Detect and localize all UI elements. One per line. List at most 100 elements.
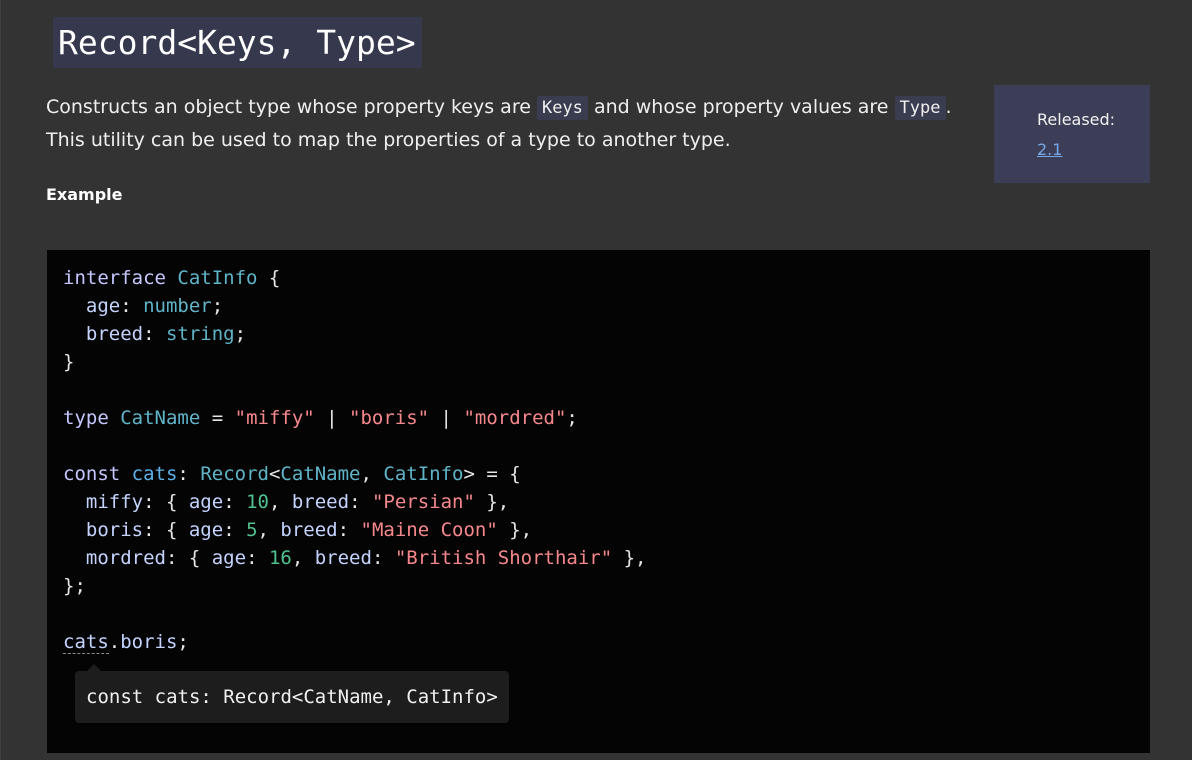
docs-page: Record<Keys, Type> Constructs an object … (0, 0, 1192, 760)
code-punctuation: : (223, 519, 247, 541)
code-type: CatName (120, 407, 201, 429)
code-line: const cats: Record<CatName, CatInfo> = { (63, 460, 1150, 488)
page-title: Record<Keys, Type> (53, 17, 422, 68)
code-string: "Maine Coon" (360, 519, 498, 541)
code-string: "British Shorthair" (394, 547, 613, 569)
code-punctuation: : (349, 491, 372, 513)
inline-code-type: Type (894, 96, 946, 120)
hoverable-identifier-cats[interactable]: cats (63, 631, 109, 654)
description-text: Constructs an object type whose property… (46, 96, 537, 118)
code-identifier: age (85, 295, 121, 317)
code-punctuation: | (314, 407, 350, 429)
description: Constructs an object type whose property… (46, 91, 966, 156)
code-punctuation: } (63, 351, 75, 373)
code-line: cats.boris; (63, 628, 1150, 656)
code-punctuation: . (108, 631, 121, 653)
code-punctuation: ; (566, 407, 578, 429)
code-punctuation (120, 463, 131, 485)
code-punctuation (63, 323, 86, 345)
code-identifier: age (188, 491, 224, 513)
code-line: mordred: { age: 16, breed: "British Shor… (63, 544, 1150, 572)
code-keyword: interface (63, 267, 166, 289)
code-number: 5 (246, 519, 258, 541)
code-identifier: breed (314, 547, 372, 569)
code-type: CatName (280, 463, 361, 485)
code-string: "mordred" (463, 407, 567, 429)
code-punctuation: : (246, 547, 269, 569)
example-heading: Example (46, 185, 123, 204)
code-line: miffy: { age: 10, breed: "Persian" }, (63, 488, 1150, 516)
code-punctuation: : (223, 491, 247, 513)
release-label: Released: (1037, 110, 1116, 129)
code-identifier: age (211, 547, 247, 569)
code-punctuation: : (371, 547, 395, 569)
code-line: } (63, 348, 1150, 376)
code-punctuation: ; (211, 295, 224, 317)
code-line: age: number; (63, 292, 1150, 320)
code-punctuation: : { (143, 491, 189, 513)
code-punctuation: < (268, 463, 281, 485)
code-punctuation: : (120, 295, 144, 317)
code-punctuation: ; (234, 323, 247, 345)
code-keyword: type (63, 407, 109, 429)
code-punctuation: }, (497, 519, 533, 541)
code-punctuation (63, 547, 86, 569)
code-lines: interface CatInfo { age: number; breed: … (63, 264, 1150, 656)
code-type: number (143, 295, 212, 317)
code-line: boris: { age: 5, breed: "Maine Coon" }, (63, 516, 1150, 544)
release-info-box: Released: 2.1 (994, 85, 1150, 183)
code-punctuation (63, 295, 86, 317)
code-punctuation: , (268, 491, 292, 513)
code-identifier: boris (120, 631, 178, 653)
code-identifier: age (188, 519, 224, 541)
code-punctuation: ; (177, 631, 189, 653)
inline-code-keys: Keys (536, 96, 588, 120)
code-variable: cats (131, 463, 178, 485)
code-punctuation: }, (474, 491, 510, 513)
code-punctuation (109, 407, 120, 429)
code-type: CatInfo (383, 463, 464, 485)
code-punctuation: }; (63, 575, 86, 597)
code-punctuation: : { (165, 547, 212, 569)
code-punctuation: : { (143, 519, 189, 541)
release-version-link[interactable]: 2.1 (1037, 139, 1062, 161)
code-punctuation (63, 519, 86, 541)
code-type: CatInfo (177, 267, 258, 289)
code-punctuation: , (291, 547, 315, 569)
description-text: and whose property values are (587, 96, 895, 118)
code-punctuation: , (257, 519, 281, 541)
code-punctuation (63, 491, 86, 513)
code-line: }; (63, 572, 1150, 600)
code-type: Record (200, 463, 269, 485)
code-punctuation (166, 267, 177, 289)
code-punctuation: > = { (463, 463, 521, 485)
description-text: . (945, 96, 952, 118)
code-string: "Persian" (371, 491, 475, 513)
code-identifier: mordred (85, 547, 166, 569)
code-punctuation: = (200, 407, 235, 429)
description-line-1: Constructs an object type whose property… (46, 91, 966, 124)
description-line-2: This utility can be used to map the prop… (46, 129, 731, 151)
code-punctuation: : (177, 463, 201, 485)
code-line: breed: string; (63, 320, 1150, 348)
code-punctuation: }, (612, 547, 647, 569)
tooltip-arrow (87, 664, 101, 671)
code-punctuation: : (143, 323, 166, 345)
code-identifier: boris (85, 519, 144, 541)
code-string: "miffy" (234, 407, 315, 429)
code-punctuation: { (257, 267, 281, 289)
code-number: 10 (246, 491, 269, 513)
code-type: string (165, 323, 235, 345)
code-identifier: breed (280, 519, 338, 541)
code-line: type CatName = "miffy" | "boris" | "mord… (63, 404, 1150, 432)
code-keyword: const (63, 463, 121, 485)
code-identifier: breed (85, 323, 144, 345)
code-punctuation: , (360, 463, 384, 485)
code-punctuation: | (429, 407, 464, 429)
code-identifier: breed (291, 491, 350, 513)
code-line: interface CatInfo { (63, 264, 1150, 292)
type-hover-tooltip: const cats: Record<CatName, CatInfo> (75, 671, 509, 723)
